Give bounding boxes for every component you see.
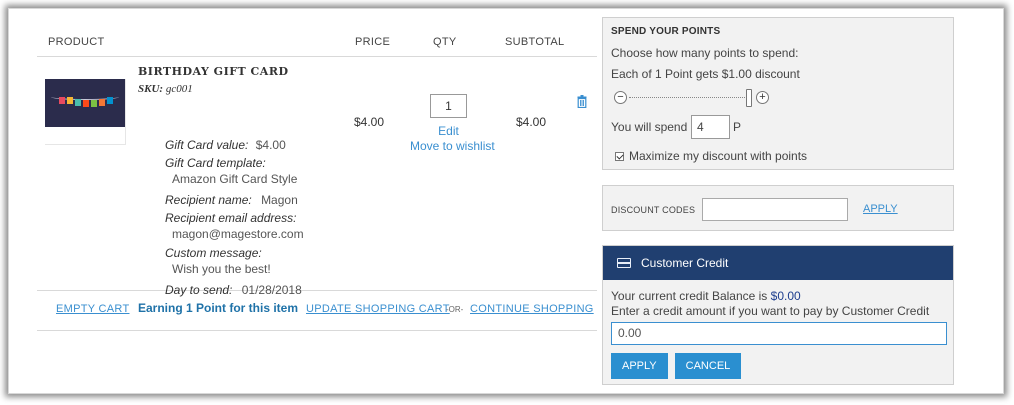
option-email-row: Recipient email address: magon@magestore… — [165, 210, 365, 245]
option-value: Magon — [261, 193, 298, 207]
credit-amount-input[interactable]: 0.00 — [611, 322, 947, 345]
bunting-flag — [91, 100, 97, 107]
gift-card-options: Gift Card value: $4.00 Gift Card templat… — [165, 135, 365, 300]
credit-buttons: APPLY CANCEL — [611, 353, 945, 379]
option-value: Wish you the best! — [172, 262, 271, 276]
option-label: Gift Card value: — [165, 138, 249, 152]
spend-points-instruction: Choose how many points to spend: — [611, 46, 799, 60]
item-subtotal: $4.00 — [516, 115, 547, 129]
sku-value: gc001 — [165, 83, 193, 95]
credit-card-icon — [617, 258, 631, 268]
points-unit: P — [733, 120, 742, 134]
apply-credit-button[interactable]: APPLY — [611, 353, 668, 379]
discount-codes-panel: DISCOUNT CODES APPLY — [602, 185, 954, 231]
option-value-row: Gift Card value: $4.00 — [165, 135, 365, 155]
cancel-credit-button[interactable]: CANCEL — [674, 353, 742, 379]
balance-amount: $0.00 — [770, 289, 801, 303]
maximize-label: Maximize my discount with points — [629, 149, 808, 163]
bunting-flag — [59, 97, 65, 104]
apply-discount-link[interactable]: APPLY — [863, 203, 898, 215]
option-template-row: Gift Card template: Amazon Gift Card Sty… — [165, 155, 365, 190]
header-price: PRICE — [355, 36, 391, 48]
cart-item-row: BIRTHDAY GIFT CARD SKU: gc001 Gift Card … — [37, 57, 597, 315]
credit-body: Your current credit Balance is $0.00 Ent… — [603, 280, 953, 379]
cart-actions-row: EMPTY CART UPDATE SHOPPING CART -OR- CON… — [37, 291, 597, 331]
spend-label: You will spend — [611, 120, 688, 134]
cart-table: PRODUCT PRICE QTY SUBTOTAL BIRTHDAY GIFT… — [37, 27, 597, 331]
product-name[interactable]: BIRTHDAY GIFT CARD — [138, 65, 289, 78]
cart-header-row: PRODUCT PRICE QTY SUBTOTAL — [37, 27, 597, 57]
balance-text: Your current credit Balance is — [611, 289, 768, 303]
update-cart-link[interactable]: UPDATE SHOPPING CART — [306, 303, 450, 315]
option-recipient-row: Recipient name: Magon — [165, 190, 365, 210]
header-product: PRODUCT — [48, 36, 105, 48]
credit-header: Customer Credit — [603, 246, 953, 280]
credit-balance-line: Your current credit Balance is $0.00 — [611, 289, 945, 304]
option-value: $4.00 — [255, 138, 286, 152]
maximize-discount-row[interactable]: Maximize my discount with points — [611, 149, 945, 163]
bunting-flag — [67, 97, 73, 104]
edit-link[interactable]: Edit — [411, 124, 486, 138]
move-to-wishlist-link[interactable]: Move to wishlist — [410, 139, 495, 153]
option-label: Custom message: — [165, 246, 262, 260]
option-value: magon@magestore.com — [172, 227, 304, 241]
qty-input[interactable]: 1 — [430, 94, 467, 118]
credit-instruction: Enter a credit amount if you want to pay… — [611, 304, 930, 318]
product-thumbnail[interactable] — [45, 79, 125, 127]
points-rate-text: Each of 1 Point gets $1.00 discount — [611, 67, 800, 81]
continue-shopping-link[interactable]: CONTINUE SHOPPING — [470, 303, 594, 315]
spend-points-title: SPEND YOUR POINTS — [611, 26, 721, 37]
slider-handle[interactable] — [746, 89, 752, 107]
discount-codes-label: DISCOUNT CODES — [611, 205, 696, 215]
discount-code-input[interactable] — [702, 198, 848, 221]
bunting-flag — [75, 99, 81, 106]
maximize-checkbox[interactable] — [615, 151, 624, 161]
option-label: Recipient name: — [165, 193, 252, 207]
bunting-flag — [107, 97, 113, 104]
header-subtotal: SUBTOTAL — [505, 36, 565, 48]
bunting-flag — [99, 99, 105, 106]
minus-icon[interactable]: − — [614, 91, 627, 104]
spend-points-row: You will spend 4 P — [611, 115, 945, 139]
slider-track[interactable] — [629, 97, 749, 98]
credit-title: Customer Credit — [641, 256, 729, 270]
item-price: $4.00 — [354, 115, 385, 129]
empty-cart-link[interactable]: EMPTY CART — [56, 303, 130, 315]
option-label: Recipient email address: — [165, 211, 297, 225]
trash-icon[interactable] — [577, 95, 587, 108]
option-label: Gift Card template: — [165, 156, 266, 170]
sku-label: SKU: — [138, 83, 164, 95]
customer-credit-panel: Customer Credit Your current credit Bala… — [602, 245, 954, 385]
or-separator: -OR- — [446, 305, 464, 314]
checkout-window: PRODUCT PRICE QTY SUBTOTAL BIRTHDAY GIFT… — [8, 8, 1004, 394]
option-value: Amazon Gift Card Style — [172, 172, 298, 186]
header-qty: QTY — [433, 36, 457, 48]
option-message-row: Custom message: Wish you the best! — [165, 245, 365, 280]
points-slider[interactable]: − + — [611, 89, 945, 107]
product-sku: SKU: gc001 — [138, 83, 193, 95]
spend-points-input[interactable]: 4 — [691, 115, 730, 139]
plus-icon[interactable]: + — [756, 91, 769, 104]
bunting-flag — [83, 100, 89, 107]
spend-points-panel: SPEND YOUR POINTS Choose how many points… — [602, 17, 954, 170]
